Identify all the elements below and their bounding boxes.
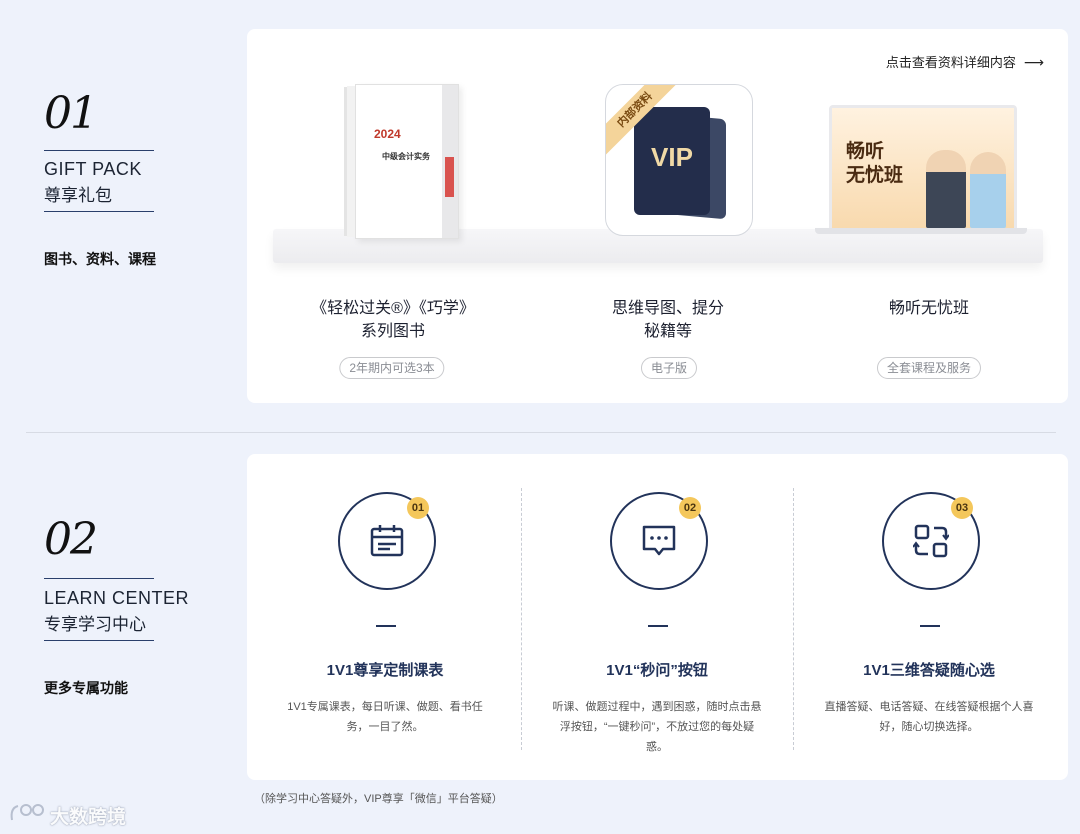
laptop-base bbox=[815, 228, 1027, 234]
gift-item-title: 《轻松过关®》《巧学》 系列图书 bbox=[278, 297, 508, 343]
gift-item-badge: 2年期内可选3本 bbox=[339, 357, 445, 379]
gift-item-title-line2: 秘籍等 bbox=[643, 323, 692, 340]
arrow-right-icon: ⟶ bbox=[1023, 54, 1044, 70]
watermark-text: 大数跨境 bbox=[50, 807, 127, 828]
section-title-en: GIFT PACK bbox=[44, 159, 142, 179]
section-number: 01 bbox=[44, 88, 98, 139]
feature-item: 03 1V1三维答疑随心选 直播答疑、电话答疑、在线答疑根据个人喜好，随心切换选… bbox=[793, 454, 1065, 780]
footnote: （除学习中心答疑外，VIP尊享「微信」平台答疑） bbox=[254, 793, 503, 805]
feature-number-badge: 01 bbox=[407, 497, 429, 519]
section-divider bbox=[26, 432, 1056, 433]
feature-item: 02 1V1“秒问”按钮 听课、做题过程中，遇到困惑，随时点击悬浮按钮，“一键秒… bbox=[521, 454, 793, 780]
laptop-screen: 畅听 无忧班 bbox=[832, 108, 1014, 230]
section-subtitle: 更多专属功能 bbox=[44, 680, 128, 696]
view-details-link[interactable]: 点击查看资料详细内容 ⟶ bbox=[886, 52, 1044, 71]
book-red-band bbox=[445, 157, 454, 197]
gift-item-badge: 全套课程及服务 bbox=[876, 357, 982, 379]
section-title-cn: 专享学习中心 bbox=[44, 615, 146, 634]
feature-description: 听课、做题过程中，遇到困惑，随时点击悬浮按钮，“一键秒问”，不放过您的每处疑惑。 bbox=[552, 701, 762, 753]
feature-title: 1V1尊享定制课表 bbox=[326, 662, 444, 679]
section-title-cn: 尊享礼包 bbox=[44, 186, 112, 205]
calendar-icon bbox=[370, 525, 404, 557]
switch-icon bbox=[913, 524, 949, 558]
screen-title-line2: 无忧班 bbox=[846, 165, 904, 186]
feature-number-badge: 02 bbox=[679, 497, 701, 519]
divider-rule bbox=[44, 150, 154, 151]
gift-pack-card: 点击查看资料详细内容 ⟶ 2024 中级会计实务 VIP 内部资料 畅听 无忧班 … bbox=[247, 29, 1068, 403]
divider-rule bbox=[44, 640, 154, 641]
book-title: 中级会计实务 bbox=[382, 152, 430, 161]
feature-title: 1V1“秒问”按钮 bbox=[606, 662, 708, 679]
feature-dash bbox=[920, 625, 940, 627]
section-number: 02 bbox=[44, 514, 98, 565]
learn-center-card: 01 1V1尊享定制课表 1V1专属课表，每日听课、做题、看书任务，一目了然。 … bbox=[247, 454, 1068, 780]
screen-title-line1: 畅听 bbox=[846, 141, 885, 162]
screen-title: 畅听 无忧班 bbox=[846, 140, 903, 188]
section-title-en: LEARN CENTER bbox=[44, 588, 190, 608]
gift-item-title-line1: 思维导图、提分 bbox=[611, 300, 724, 317]
feature-description: 1V1专属课表，每日听课、做题、看书任务，一目了然。 bbox=[287, 701, 483, 733]
feature-number-badge: 03 bbox=[951, 497, 973, 519]
teacher-figure bbox=[926, 150, 966, 228]
feature-item: 01 1V1尊享定制课表 1V1专属课表，每日听课、做题、看书任务，一目了然。 bbox=[249, 454, 521, 780]
book-year: 2024 bbox=[374, 127, 401, 141]
view-details-label: 点击查看资料详细内容 bbox=[885, 55, 1016, 70]
vip-card: VIP bbox=[634, 107, 710, 215]
feature-title: 1V1三维答疑随心选 bbox=[863, 662, 995, 679]
gift-item-title-line2: 系列图书 bbox=[360, 323, 425, 340]
feature-description: 直播答疑、电话答疑、在线答疑根据个人喜好，随心切换选择。 bbox=[824, 701, 1034, 733]
divider-rule bbox=[44, 211, 154, 212]
teacher-figure bbox=[970, 152, 1006, 228]
gift-item-badge: 电子版 bbox=[640, 357, 698, 379]
laptop-course-image: 畅听 无忧班 bbox=[829, 105, 1017, 233]
gift-item-title-line1: 《轻松过关®》《巧学》 bbox=[311, 300, 475, 317]
vip-materials-image: VIP 内部资料 bbox=[605, 84, 753, 236]
section-subtitle: 图书、资料、课程 bbox=[44, 251, 156, 267]
watermark-logo-icon bbox=[10, 804, 44, 821]
divider-rule bbox=[44, 578, 154, 579]
feature-dash bbox=[648, 625, 668, 627]
gift-item-title: 思维导图、提分 秘籍等 bbox=[553, 297, 783, 343]
gift-item-title: 畅听无忧班 bbox=[814, 297, 1044, 320]
gift-item-title-line1: 畅听无忧班 bbox=[888, 300, 969, 317]
book-image: 2024 中级会计实务 bbox=[355, 84, 459, 239]
chat-bubble-icon bbox=[642, 525, 676, 556]
feature-dash bbox=[376, 625, 396, 627]
